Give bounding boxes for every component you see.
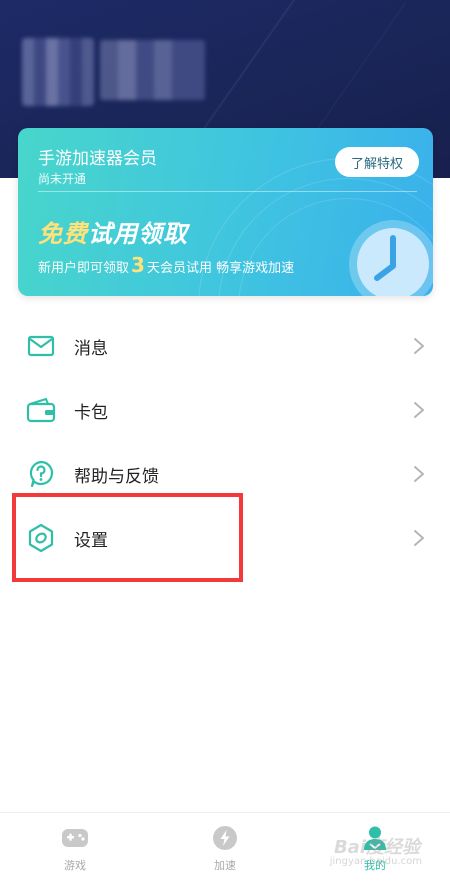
promo-sub-text: 新用户即可领取 [38, 261, 130, 276]
promo-days: 3 [131, 253, 145, 277]
learn-privileges-button[interactable]: 了解特权 [335, 147, 419, 177]
tab-label: 游戏 [64, 859, 86, 872]
chevron-right-icon [414, 466, 424, 482]
vip-status: 尚未开通 [38, 172, 87, 186]
promo-title-free: 免费 [38, 220, 88, 248]
username-blurred [100, 40, 205, 100]
avatar[interactable] [22, 38, 94, 106]
chevron-right-icon [414, 402, 424, 418]
menu-item-label: 卡包 [74, 402, 108, 423]
menu-item-card-wallet[interactable]: 卡包 [0, 378, 450, 442]
watermark-url: jingyan.baidu.com [329, 856, 422, 867]
lightning-icon [213, 826, 237, 850]
chevron-right-icon [414, 338, 424, 354]
promo-title[interactable]: 免费试用领取 [38, 214, 188, 249]
menu-item-label: 帮助与反馈 [74, 466, 159, 487]
vip-membership-card[interactable]: 手游加速器会员 尚未开通 了解特权 免费试用领取 新用户即可领取 3 天会员试用 畅… [18, 128, 433, 296]
menu-item-label: 消息 [74, 338, 108, 359]
chevron-right-icon [414, 530, 424, 546]
promo-sub-text-after: 天会员试用 畅享游戏加速 [146, 261, 295, 276]
clock-icon [349, 220, 433, 296]
gamepad-icon [62, 829, 88, 847]
help-icon [26, 459, 56, 489]
tab-games[interactable]: 游戏 [0, 813, 150, 881]
wallet-icon [26, 395, 56, 425]
vip-title: 手游加速器会员 [38, 149, 157, 169]
promo-title-rest: 试用领取 [88, 220, 188, 248]
mail-icon [26, 331, 56, 361]
tab-label: 加速 [214, 859, 236, 872]
divider [38, 191, 417, 192]
menu-item-messages[interactable]: 消息 [0, 314, 450, 378]
annotation-highlight-box [12, 493, 243, 582]
tab-boost[interactable]: 加速 [150, 813, 300, 881]
promo-subtitle: 新用户即可领取 3 天会员试用 畅享游戏加速 [38, 253, 294, 277]
